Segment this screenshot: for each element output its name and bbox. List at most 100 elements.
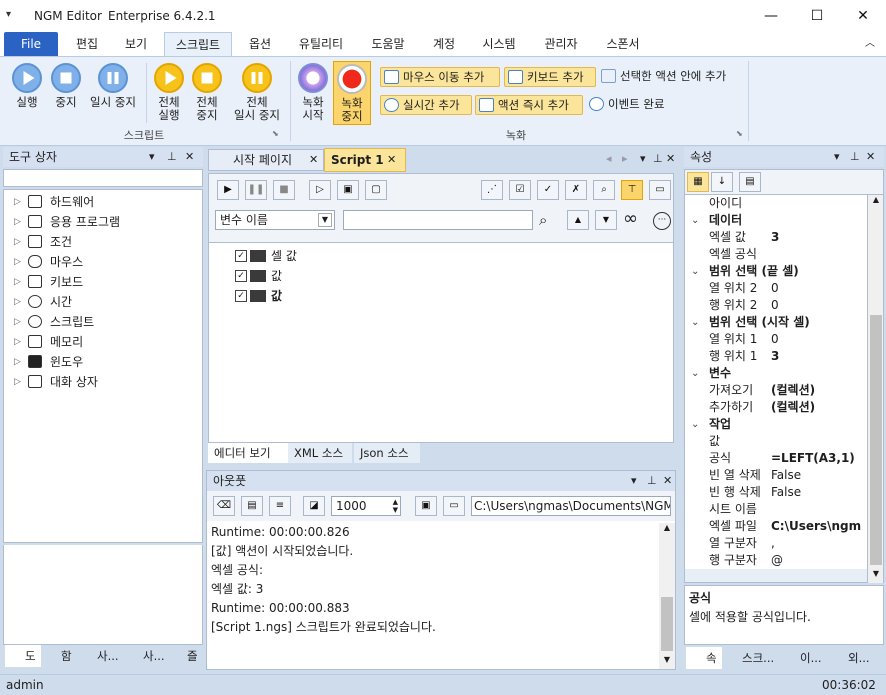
maximize-button[interactable]: ☐: [794, 0, 840, 32]
property-value[interactable]: ,: [771, 535, 775, 552]
close-icon[interactable]: ✕: [866, 147, 875, 167]
property-row[interactable]: 값: [685, 433, 867, 450]
script-group-launcher-icon[interactable]: ⬊: [272, 129, 279, 138]
tab-users-1[interactable]: 사...: [79, 645, 121, 667]
check-all-icon[interactable]: ☑: [509, 180, 531, 200]
property-row[interactable]: 추가하기 (컬렉션): [685, 399, 867, 416]
property-row[interactable]: 행 구분자 @: [685, 552, 867, 569]
tab-properties[interactable]: 속: [686, 647, 722, 669]
chart-icon[interactable]: ⋰: [481, 180, 503, 200]
scroll-down-icon[interactable]: ▼: [659, 655, 675, 664]
close-button[interactable]: ✕: [840, 0, 886, 32]
stop-icon[interactable]: ■: [273, 180, 295, 200]
ribbon-collapse-icon[interactable]: ︿: [858, 32, 882, 56]
property-row[interactable]: 열 위치 1 0: [685, 331, 867, 348]
script-node-value[interactable]: ✓ 값: [235, 267, 282, 285]
tab-start-page[interactable]: 시작 페이지 ✕: [208, 149, 324, 171]
collapse-icon[interactable]: ⌄: [691, 263, 699, 280]
dropdown-icon[interactable]: ▾: [149, 147, 155, 167]
variable-select[interactable]: 변수 이름 ▼: [215, 210, 335, 230]
tree-item-mouse[interactable]: ▷ 마우스: [4, 252, 202, 272]
record-start-button[interactable]: 녹화 시작: [296, 63, 330, 122]
eraser-icon[interactable]: ◪: [303, 496, 325, 516]
checkbox-icon[interactable]: ✓: [235, 250, 247, 262]
add-mouse-move-button[interactable]: 마우스 이동 추가: [380, 67, 500, 87]
property-row[interactable]: 아이디: [685, 195, 867, 212]
property-value[interactable]: 3: [771, 229, 779, 246]
property-row[interactable]: 엑셀 값 3: [685, 229, 867, 246]
tree-item-window[interactable]: ▷ 윈도우: [4, 352, 202, 372]
search-icon[interactable]: ⌕: [539, 211, 547, 229]
output-scrollbar[interactable]: ▲ ▼: [659, 523, 675, 669]
tab-script-1[interactable]: Script 1 ✕: [324, 148, 406, 172]
system-menu-icon[interactable]: ▾: [6, 9, 11, 20]
menu-view[interactable]: 보기: [112, 32, 160, 56]
run-all-button[interactable]: 전체 실행: [148, 63, 190, 122]
record-stop-button[interactable]: 녹화 중지: [333, 61, 371, 125]
tab-json-source[interactable]: Json 소스: [354, 443, 420, 463]
menu-sponsor[interactable]: 스폰서: [596, 32, 650, 56]
list-icon[interactable]: ≡: [269, 496, 291, 516]
stop-all-button[interactable]: 전체 중지: [186, 63, 228, 122]
check-icon[interactable]: ✓: [537, 180, 559, 200]
tree-view-icon[interactable]: ⊤: [621, 180, 643, 200]
close-tab-icon[interactable]: ✕: [387, 149, 396, 171]
property-value[interactable]: False: [771, 467, 801, 484]
search-input[interactable]: [343, 210, 533, 230]
categorized-icon[interactable]: ▦: [687, 172, 709, 192]
property-value[interactable]: 3: [771, 348, 779, 365]
tree-item-application[interactable]: ▷ 응용 프로그램: [4, 212, 202, 232]
property-category[interactable]: ⌄ 범위 선택 (시작 셀): [685, 314, 867, 331]
close-tab-icon[interactable]: ✕: [309, 150, 318, 170]
tab-xml-source[interactable]: XML 소스: [288, 443, 352, 463]
menu-system[interactable]: 시스템: [472, 32, 526, 56]
property-row[interactable]: 행 위치 2 0: [685, 297, 867, 314]
tree-item-dialog[interactable]: ▷ 대화 상자: [4, 372, 202, 392]
step-icon[interactable]: ▷: [309, 180, 331, 200]
move-down-icon[interactable]: ▼: [595, 210, 617, 230]
property-value[interactable]: False: [771, 484, 801, 501]
close-icon[interactable]: ✕: [663, 471, 672, 491]
close-icon[interactable]: ✕: [666, 152, 675, 165]
property-category[interactable]: ⌄ 변수: [685, 365, 867, 382]
menu-file[interactable]: File: [4, 32, 58, 56]
tab-script-explorer[interactable]: 스크...: [724, 647, 780, 669]
property-row[interactable]: 빈 행 삭제 False: [685, 484, 867, 501]
property-category[interactable]: ⌄ 범위 선택 (끝 셀): [685, 263, 867, 280]
property-value[interactable]: =LEFT(A3,1): [771, 450, 855, 467]
delete-icon[interactable]: ✗: [565, 180, 587, 200]
menu-admin[interactable]: 관리자: [532, 32, 590, 56]
run-button[interactable]: 실행: [4, 63, 50, 109]
record-group-launcher-icon[interactable]: ⬊: [736, 129, 743, 138]
monitor-icon[interactable]: ▭: [649, 180, 671, 200]
event-complete-button[interactable]: 이벤트 완료: [586, 95, 678, 115]
property-value[interactable]: (컬렉션): [771, 382, 815, 399]
pause-icon[interactable]: ❚❚: [245, 180, 267, 200]
menu-utility[interactable]: 유틸리티: [288, 32, 354, 56]
log-path-input[interactable]: C:\Users\ngmas\Documents\NGM6\: [471, 496, 671, 516]
menu-options[interactable]: 옵션: [236, 32, 284, 56]
pin-icon[interactable]: ⊥: [647, 471, 657, 491]
menu-script[interactable]: 스크립트: [164, 32, 232, 57]
scroll-thumb[interactable]: [661, 597, 673, 651]
checkbox-icon[interactable]: ✓: [235, 270, 247, 282]
property-row[interactable]: 행 위치 1 3: [685, 348, 867, 365]
property-value[interactable]: 0: [771, 280, 779, 297]
tree-item-condition[interactable]: ▷ 조건: [4, 232, 202, 252]
stop-button[interactable]: 중지: [46, 63, 86, 109]
property-row[interactable]: 공식 =LEFT(A3,1): [685, 450, 867, 467]
tab-images[interactable]: 이...: [782, 647, 824, 669]
property-value[interactable]: 0: [771, 331, 779, 348]
property-scrollbar[interactable]: ▲ ▼: [868, 195, 884, 583]
collapse-icon[interactable]: ⌄: [691, 365, 699, 382]
tab-external[interactable]: 외...: [826, 647, 884, 669]
property-row[interactable]: 엑셀 파일 C:\Users\ngm: [685, 518, 867, 535]
add-keyboard-button[interactable]: 키보드 추가: [504, 67, 596, 87]
run-from-icon[interactable]: ▣: [337, 180, 359, 200]
property-value[interactable]: (컬렉션): [771, 399, 815, 416]
tab-favorites[interactable]: 즐: [169, 645, 203, 667]
menu-account[interactable]: 계정: [422, 32, 466, 56]
script-node-cell-value[interactable]: ✓ 셀 값: [235, 247, 297, 265]
property-row[interactable]: 빈 열 삭제 False: [685, 467, 867, 484]
tab-users-2[interactable]: 사...: [123, 645, 167, 667]
